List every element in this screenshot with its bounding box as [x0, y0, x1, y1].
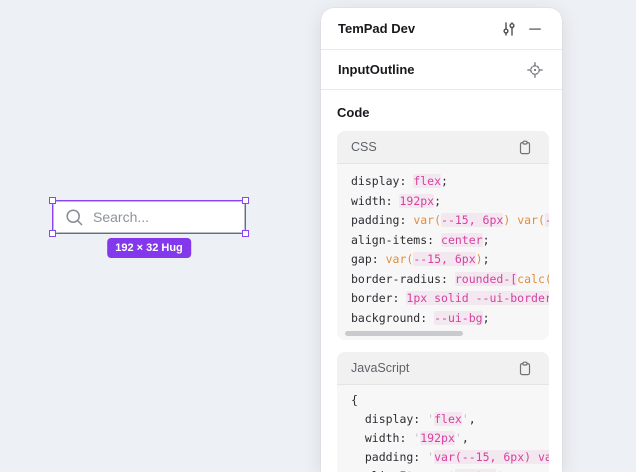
css-card-header: CSS	[337, 131, 549, 164]
component-name: InputOutline	[338, 62, 522, 77]
code-line: border-radius: rounded-[calc(v	[351, 270, 549, 290]
css-code-body[interactable]: display: flex;width: 192px;padding: var(…	[337, 164, 549, 340]
horizontal-scrollbar-thumb[interactable]	[345, 331, 463, 336]
code-line: {	[351, 391, 549, 410]
code-line: display: 'flex',	[351, 410, 549, 429]
code-line: border: 1px solid --ui-border-	[351, 289, 549, 309]
search-input[interactable]: Search...	[53, 201, 245, 233]
plugin-header: TemPad Dev	[321, 8, 562, 50]
selection-handle-top-left[interactable]	[49, 197, 56, 204]
copy-clipboard-icon	[518, 140, 532, 155]
search-icon	[65, 208, 84, 227]
search-placeholder-text: Search...	[93, 209, 149, 225]
code-line: width: 192px;	[351, 192, 549, 212]
figma-canvas: { "canvas": { "search_placeholder": "Sea…	[0, 0, 636, 472]
selection-size-badge: 192 × 32 Hug	[107, 238, 191, 258]
css-card-label: CSS	[351, 140, 512, 154]
code-line: background: --ui-bg;	[351, 309, 549, 329]
selection-handle-top-right[interactable]	[242, 197, 249, 204]
sliders-icon	[501, 21, 517, 37]
code-line: display: flex;	[351, 172, 549, 192]
search-input-component[interactable]: Search...	[53, 201, 245, 233]
js-code-body[interactable]: { display: 'flex', width: '192px', paddi…	[337, 385, 549, 472]
selection-handle-bottom-left[interactable]	[49, 230, 56, 237]
js-card-header: JavaScript	[337, 352, 549, 385]
minimize-button[interactable]	[522, 16, 548, 42]
code-section-label: Code	[337, 104, 549, 121]
settings-sliders-button[interactable]	[496, 16, 522, 42]
code-line: gap: var(--15, 6px);	[351, 250, 549, 270]
css-code-card: CSS display: flex;width: 192px;padding: …	[337, 131, 549, 340]
selection-handle-bottom-right[interactable]	[242, 230, 249, 237]
copy-js-button[interactable]	[512, 355, 538, 381]
minimize-icon	[528, 22, 542, 36]
copy-css-button[interactable]	[512, 134, 538, 160]
code-section: Code CSS display: flex;width: 192px;padd…	[321, 90, 562, 472]
locate-component-button[interactable]	[522, 57, 548, 83]
locate-target-icon	[527, 62, 543, 78]
code-line: align-items: center;	[351, 231, 549, 251]
plugin-title: TemPad Dev	[338, 21, 496, 36]
code-line: alignItems: 'center',	[351, 467, 549, 472]
js-code-card: JavaScript { display: 'flex', width: '19…	[337, 352, 549, 472]
js-card-label: JavaScript	[351, 361, 512, 375]
code-line: padding: var(--15, 6px) var(--	[351, 211, 549, 231]
selected-component-row: InputOutline	[321, 50, 562, 90]
copy-clipboard-icon	[518, 361, 532, 376]
tempad-dev-plugin-panel: TemPad Dev InputOutline	[321, 8, 562, 472]
code-line: padding: 'var(--15, 6px) var	[351, 448, 549, 467]
code-line: width: '192px',	[351, 429, 549, 448]
